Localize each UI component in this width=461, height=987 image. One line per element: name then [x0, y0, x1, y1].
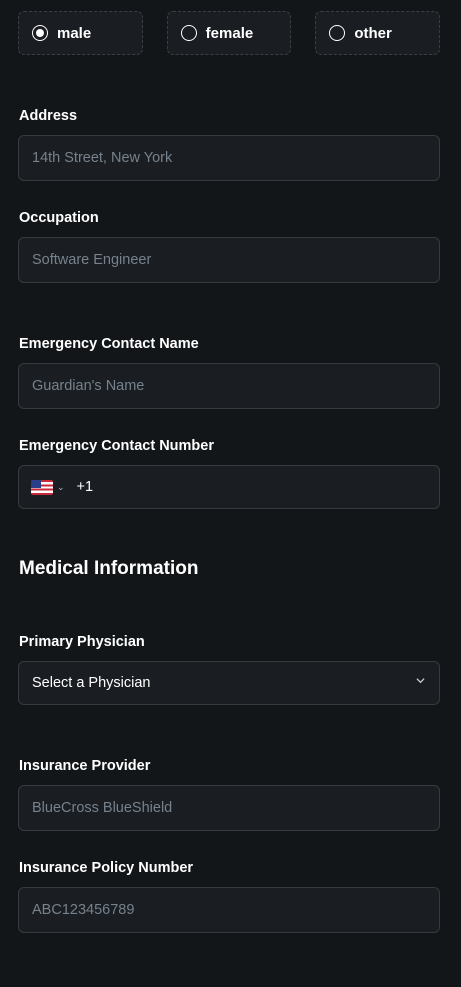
- address-input[interactable]: 14th Street, New York: [18, 135, 440, 181]
- gender-option-label: male: [57, 24, 92, 42]
- emergency-name-input[interactable]: Guardian's Name: [18, 363, 440, 409]
- emergency-name-placeholder: Guardian's Name: [32, 378, 145, 394]
- insurance-policy-placeholder: ABC123456789: [32, 902, 135, 918]
- insurance-policy-input[interactable]: ABC123456789: [18, 887, 440, 933]
- insurance-policy-label: Insurance Policy Number: [19, 860, 194, 876]
- gender-option-label: other: [354, 24, 392, 42]
- insurance-provider-input[interactable]: BlueCross BlueShield: [18, 785, 440, 831]
- insurance-provider-placeholder: BlueCross BlueShield: [32, 800, 173, 816]
- patient-form: male female other Address 14th Street, N…: [0, 0, 461, 987]
- emergency-number-input[interactable]: ⌄ +1: [18, 465, 440, 509]
- occupation-input[interactable]: Software Engineer: [18, 237, 440, 283]
- occupation-label: Occupation: [19, 210, 99, 226]
- gender-radio-group: male female other: [18, 11, 441, 55]
- radio-unchecked-icon: [329, 25, 346, 41]
- us-flag-icon[interactable]: [31, 479, 53, 495]
- physician-value: Select a Physician: [32, 675, 151, 691]
- medical-section-title: Medical Information: [19, 558, 199, 579]
- emergency-name-label: Emergency Contact Name: [19, 336, 199, 352]
- emergency-number-label: Emergency Contact Number: [19, 438, 214, 454]
- insurance-provider-label: Insurance Provider: [19, 758, 151, 774]
- dial-code: +1: [76, 479, 94, 495]
- occupation-placeholder: Software Engineer: [32, 252, 152, 268]
- gender-option-male[interactable]: male: [18, 11, 143, 55]
- country-chevron-down-icon[interactable]: ⌄: [57, 482, 65, 493]
- physician-label: Primary Physician: [19, 634, 145, 650]
- gender-option-female[interactable]: female: [166, 11, 292, 55]
- gender-option-other[interactable]: other: [315, 11, 441, 55]
- address-label: Address: [19, 108, 78, 124]
- radio-unchecked-icon: [180, 25, 197, 41]
- address-placeholder: 14th Street, New York: [32, 150, 173, 166]
- radio-checked-icon: [32, 25, 48, 41]
- chevron-down-icon: [416, 678, 425, 684]
- gender-option-label: female: [205, 24, 254, 42]
- physician-select[interactable]: Select a Physician: [18, 661, 440, 705]
